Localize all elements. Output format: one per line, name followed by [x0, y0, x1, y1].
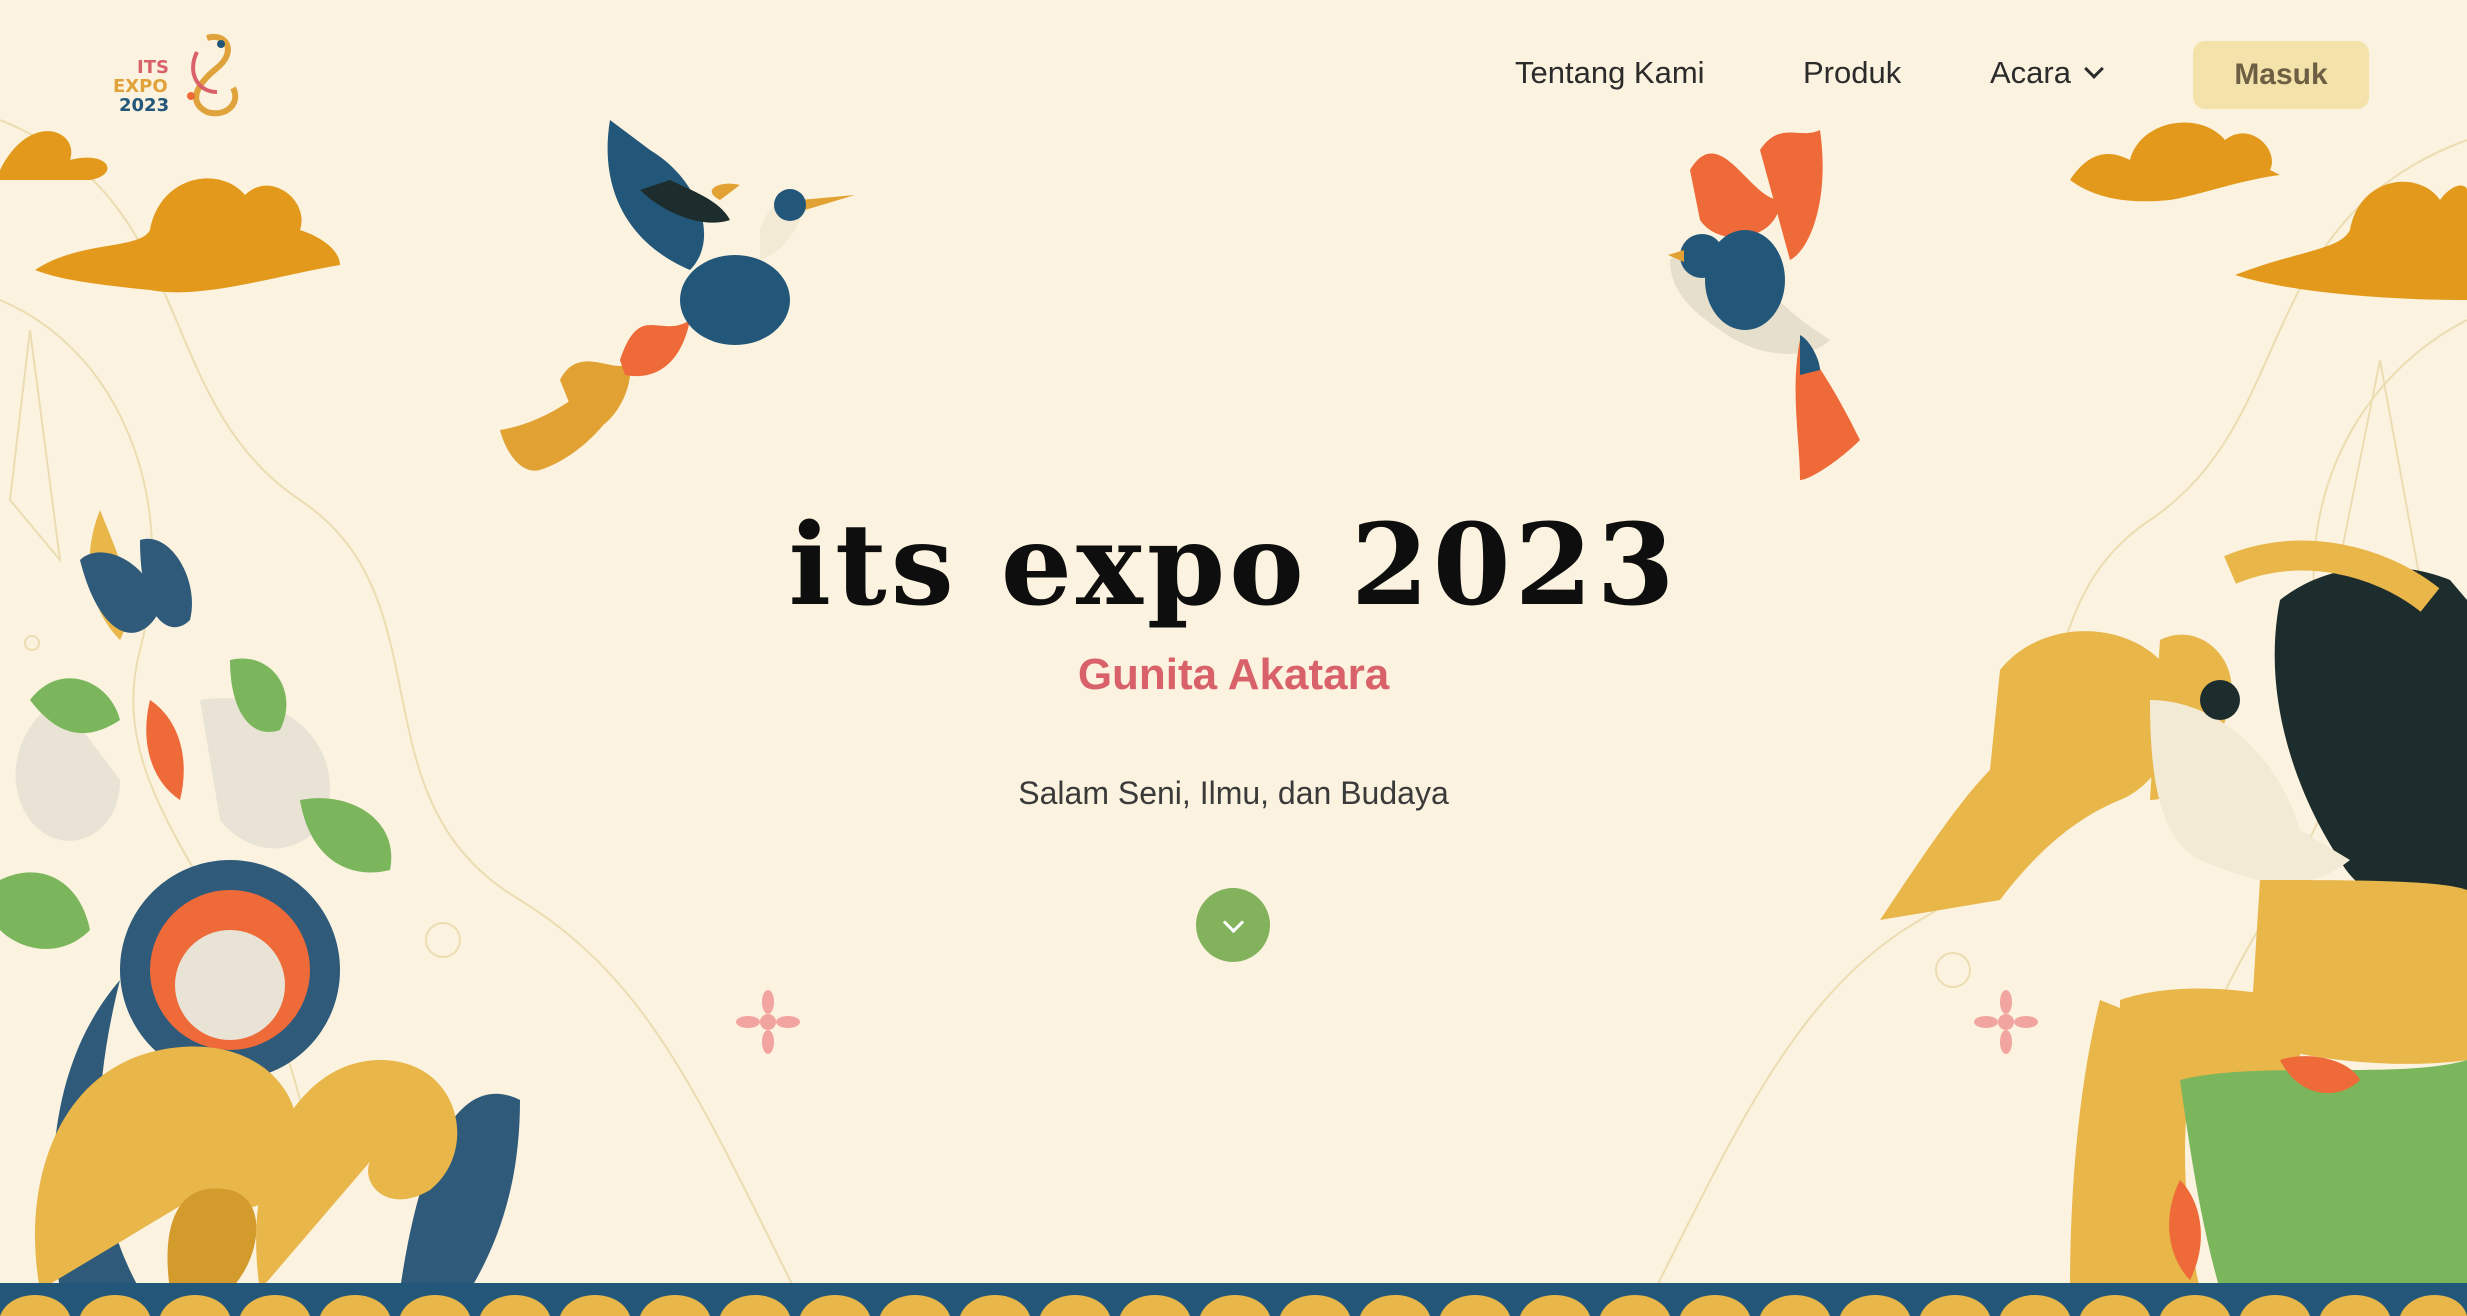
hero-tagline: Salam Seni, Ilmu, dan Budaya: [1018, 775, 1449, 811]
nav-tentang-kami[interactable]: Tentang Kami: [1515, 55, 1705, 91]
bird-right: [1668, 130, 1860, 480]
logo-line-3: 2023: [119, 95, 170, 116]
hero-subtitle: Gunita Akatara: [1077, 650, 1390, 699]
logo-mark-icon: [187, 33, 239, 117]
chevron-down-icon: [2084, 59, 2104, 79]
logo-line-2: EXPO: [113, 76, 168, 97]
hero-title: its expo 2023: [788, 500, 1679, 631]
scroll-down-button[interactable]: [1196, 888, 1270, 962]
small-flower-right: [1974, 990, 2038, 1054]
nav-acara-dropdown[interactable]: Acara: [1990, 55, 2104, 91]
its-expo-logo[interactable]: ITS EXPO 2023: [105, 28, 245, 118]
nav-acara-label: Acara: [1990, 55, 2071, 90]
top-navbar: ITS EXPO 2023 Tentang Kami Produk Acara …: [0, 0, 2467, 150]
bottom-border-pattern: [0, 1283, 2467, 1316]
login-button[interactable]: Masuk: [2193, 41, 2369, 109]
bird-left: [500, 120, 855, 471]
small-flower-left: [736, 990, 800, 1054]
logo-line-1: ITS: [137, 57, 169, 78]
cloud-left-top: [0, 131, 340, 293]
nav-produk[interactable]: Produk: [1803, 55, 1901, 91]
chevron-down-icon: [1222, 911, 1244, 933]
